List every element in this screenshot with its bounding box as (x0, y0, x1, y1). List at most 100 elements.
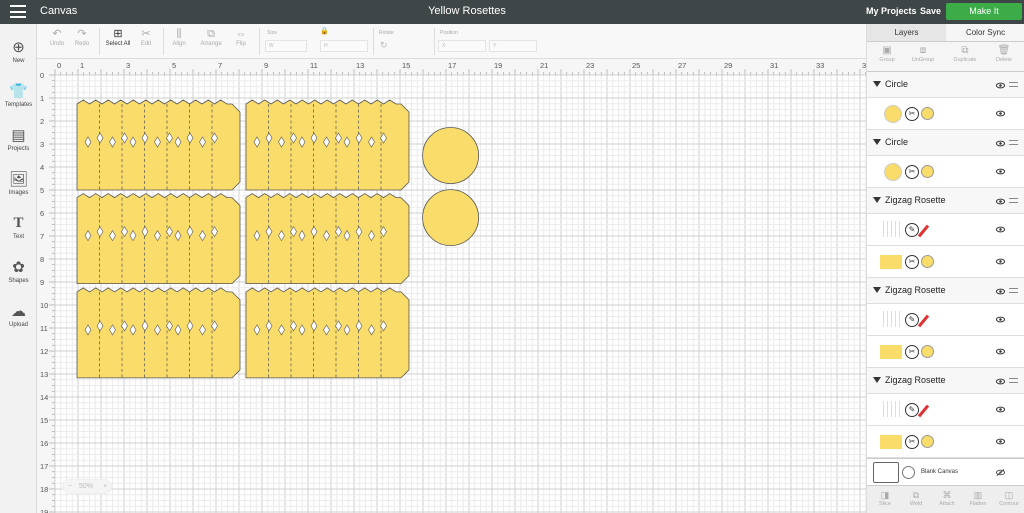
eye-icon[interactable] (996, 109, 1005, 118)
flatten-button[interactable]: ▥ Flatten (963, 489, 993, 507)
layer-group[interactable]: Zigzag Rosette (867, 278, 1024, 304)
ruler-label-y: 0 (40, 71, 44, 80)
expand-caret-icon[interactable] (873, 139, 881, 145)
layer-item[interactable]: ✂ (867, 336, 1024, 368)
eye-icon[interactable] (996, 347, 1005, 356)
eye-icon[interactable] (996, 167, 1005, 176)
arrange-menu[interactable]: ⧉ Arrange (195, 27, 227, 47)
make-it-button[interactable]: Make It (946, 3, 1022, 20)
lock-icon[interactable]: 🔒 (320, 27, 329, 35)
eye-icon[interactable] (996, 197, 1005, 206)
zoom-control[interactable]: − 50% + (62, 479, 112, 494)
blank-canvas-row[interactable]: Blank Canvas (867, 458, 1024, 485)
canvas-grid[interactable]: 0135791113151719212325272931333501234567… (37, 59, 866, 513)
align-menu[interactable]: ⫼ Align (167, 27, 191, 47)
layer-color-swatch[interactable] (921, 165, 934, 178)
sidebar-item-new[interactable]: ⊕ New (0, 39, 37, 64)
eye-icon[interactable] (996, 377, 1005, 386)
layer-item[interactable]: ✂ (867, 246, 1024, 278)
sidebar-item-projects[interactable]: ▤ Projects (0, 127, 37, 152)
cut-icon[interactable]: ✂ (905, 345, 919, 359)
toolbar-divider (163, 28, 164, 55)
select-all-button[interactable]: ⊞ Select All (103, 27, 133, 47)
layer-item[interactable]: ✂ (867, 156, 1024, 188)
canvas-color-swatch[interactable] (873, 462, 899, 483)
layer-color-swatch[interactable] (921, 255, 934, 268)
weld-button[interactable]: ⧉ Weld (901, 489, 931, 507)
eye-icon[interactable] (996, 225, 1005, 234)
eye-icon[interactable] (996, 139, 1005, 148)
zoom-out-button[interactable]: − (68, 483, 72, 490)
redo-button[interactable]: ↷ Redo (71, 27, 93, 47)
zoom-in-button[interactable]: + (103, 483, 107, 490)
expand-caret-icon[interactable] (873, 287, 881, 293)
hidden-eye-icon[interactable] (996, 468, 1005, 477)
weld-icon: ⧉ (912, 490, 920, 500)
save-link[interactable]: Save (920, 6, 941, 16)
flatten-icon: ▥ (973, 490, 983, 500)
size-label: Size (267, 30, 277, 36)
layer-group[interactable]: Circle (867, 130, 1024, 156)
eye-icon[interactable] (996, 315, 1005, 324)
eye-icon[interactable] (996, 437, 1005, 446)
group-button[interactable]: ▣ Group (869, 45, 905, 63)
eye-icon[interactable] (996, 287, 1005, 296)
top-bar: Canvas Yellow Rosettes My Projects Save … (0, 0, 1024, 24)
rotate-field[interactable]: ↻ (377, 40, 427, 52)
group-label: Group (879, 57, 895, 63)
sidebar-item-templates[interactable]: 👕 Templates (0, 83, 37, 108)
expand-caret-icon[interactable] (873, 197, 881, 203)
drag-handle-icon[interactable] (1009, 288, 1018, 293)
layer-color-swatch[interactable] (921, 107, 934, 120)
height-field[interactable]: H (320, 40, 368, 52)
sidebar-item-text[interactable]: T Text (0, 215, 37, 240)
tab-color-sync[interactable]: Color Sync (946, 24, 1024, 42)
ruler-label-y: 2 (40, 117, 44, 126)
sidebar-item-images[interactable]: 🖼 Images (0, 171, 37, 196)
width-field[interactable]: W (265, 40, 307, 52)
layer-color-swatch[interactable] (921, 345, 934, 358)
x-position-field[interactable]: X (438, 40, 486, 52)
tab-layers[interactable]: Layers (867, 24, 946, 42)
contour-button[interactable]: ◫ Contour (994, 489, 1024, 507)
expand-caret-icon[interactable] (873, 377, 881, 383)
drag-handle-icon[interactable] (1009, 378, 1018, 383)
sidebar-item-upload[interactable]: ☁ Upload (0, 303, 37, 328)
my-projects-link[interactable]: My Projects (866, 6, 917, 16)
layer-item[interactable]: ✂ (867, 98, 1024, 130)
ruler-label-y: 12 (40, 347, 48, 356)
edit-menu[interactable]: ✂ Edit (135, 27, 157, 47)
sidebar-item-shapes[interactable]: ✿ Shapes (0, 259, 37, 284)
layer-group[interactable]: Zigzag Rosette (867, 188, 1024, 214)
eye-icon[interactable] (996, 81, 1005, 90)
layer-item[interactable]: ✎ (867, 214, 1024, 246)
drag-handle-icon[interactable] (1009, 140, 1018, 145)
layer-item[interactable]: ✂ (867, 426, 1024, 458)
drag-handle-icon[interactable] (1009, 82, 1018, 87)
design-canvas[interactable]: 0135791113151719212325272931333501234567… (37, 59, 866, 513)
slice-button[interactable]: ◨ Slice (870, 489, 900, 507)
eye-icon[interactable] (996, 405, 1005, 414)
delete-button[interactable]: 🗑 Delete (986, 45, 1022, 63)
duplicate-button[interactable]: ⧉ Duplicate (947, 45, 983, 63)
layer-color-swatch[interactable] (921, 435, 934, 448)
undo-button[interactable]: ↶ Undo (46, 27, 68, 47)
cut-icon[interactable]: ✂ (905, 107, 919, 121)
expand-caret-icon[interactable] (873, 81, 881, 87)
cut-icon[interactable]: ✂ (905, 255, 919, 269)
drag-handle-icon[interactable] (1009, 198, 1018, 203)
ungroup-button[interactable]: ⧈ UnGroup (905, 45, 941, 63)
layer-group[interactable]: Circle (867, 72, 1024, 98)
layer-item[interactable]: ✎ (867, 394, 1024, 426)
pen-color-icon[interactable] (917, 314, 930, 328)
cut-icon[interactable]: ✂ (905, 435, 919, 449)
pen-color-icon[interactable] (917, 224, 930, 238)
flip-menu[interactable]: ⇔ Flip (231, 27, 251, 47)
eye-icon[interactable] (996, 257, 1005, 266)
layer-group[interactable]: Zigzag Rosette (867, 368, 1024, 394)
pen-color-icon[interactable] (917, 404, 930, 418)
y-position-field[interactable]: Y (489, 40, 537, 52)
cut-icon[interactable]: ✂ (905, 165, 919, 179)
attach-button[interactable]: ⌘ Attach (932, 489, 962, 507)
layer-item[interactable]: ✎ (867, 304, 1024, 336)
